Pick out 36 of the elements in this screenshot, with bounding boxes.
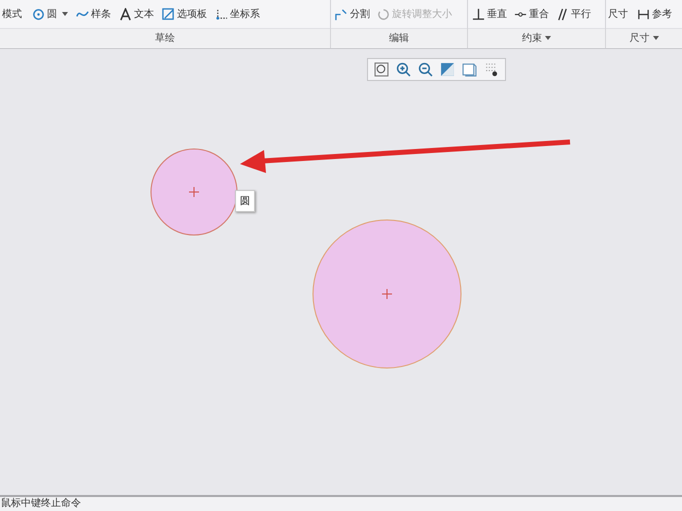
tool-button[interactable]: 分割	[333, 5, 372, 23]
group-label[interactable]: 尺寸	[606, 28, 682, 47]
dimension-label: 尺寸	[608, 8, 628, 21]
tool-button[interactable]: 垂直	[470, 5, 509, 23]
status-message: 鼠标中键终止命令	[0, 497, 682, 511]
caret-icon	[545, 36, 551, 40]
tool-button[interactable]: 圆	[30, 5, 70, 23]
tool-button[interactable]: 选项板	[160, 5, 209, 23]
tool-button[interactable]: 文本	[117, 5, 156, 23]
tooltip: 圆	[235, 190, 255, 212]
group-label[interactable]: 编辑	[331, 28, 467, 47]
parallel-icon	[556, 8, 569, 20]
zoom-fit-icon[interactable]	[374, 62, 389, 77]
tool-button[interactable]: 坐标系	[213, 5, 262, 23]
perpendicular-icon	[472, 8, 485, 20]
dimension-icon	[637, 8, 650, 20]
letter-icon	[119, 8, 132, 20]
rotate-icon	[377, 8, 390, 20]
tool-button[interactable]: 平行	[554, 5, 593, 23]
tool-button[interactable]: 参考	[635, 5, 674, 23]
mode-label: 模式	[2, 8, 22, 21]
caret-icon	[62, 12, 68, 16]
display-icon[interactable]	[484, 62, 499, 77]
zoom-out-icon[interactable]	[418, 62, 433, 77]
zoom-in-icon[interactable]	[396, 62, 411, 77]
repaint-icon[interactable]	[440, 62, 455, 77]
square-slash-icon	[162, 8, 175, 20]
split-icon	[335, 8, 348, 20]
tool-button[interactable]: 重合	[512, 5, 551, 23]
axes-icon	[215, 8, 228, 20]
group-label[interactable]: 草绘	[0, 28, 330, 47]
tool-button[interactable]: 样条	[74, 5, 113, 23]
shading-icon[interactable]	[462, 62, 477, 77]
caret-icon	[652, 36, 658, 40]
group-label[interactable]: 约束	[468, 28, 605, 47]
circle-icon	[32, 8, 45, 20]
